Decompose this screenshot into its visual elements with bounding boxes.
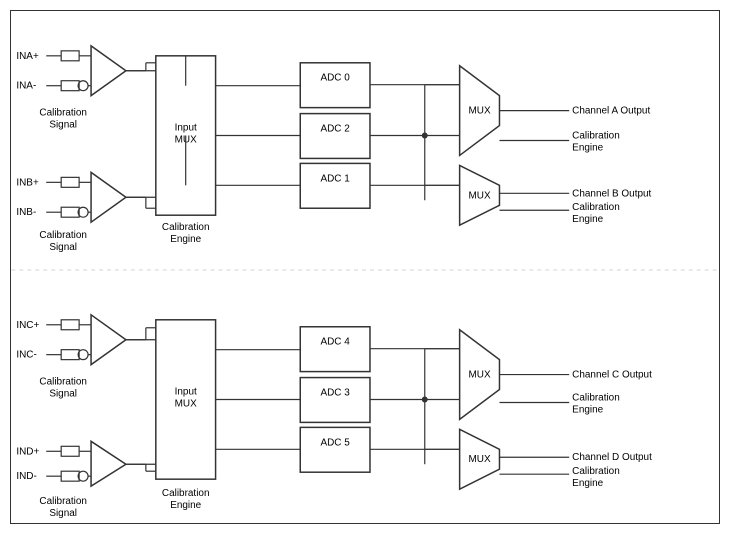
cal-engine-b-label2: Engine [572,214,603,225]
diagram-container: INA+ INA- Calibration Signal INB+ INB- [10,10,720,524]
cal-engine-bot-mux-label: Calibration [162,488,210,499]
cal-signal-d-label: Calibration [39,496,87,507]
inc-minus-label: INC- [16,350,36,361]
cal-signal-a-label2: Signal [49,120,77,131]
input-mux-bot-label: Input [175,387,197,398]
input-mux-bot-label2: MUX [175,398,197,409]
cal-signal-c-label: Calibration [39,377,87,388]
channel-b-output-label: Channel B Output [572,188,651,199]
cal-signal-d-label2: Signal [49,508,77,519]
cal-signal-a-label: Calibration [39,108,87,119]
ind-plus-label: IND+ [16,446,39,457]
mux-b-label: MUX [468,190,490,201]
mux-c-label: MUX [468,370,490,381]
cal-engine-top-mux-label: Calibration [162,222,210,233]
cal-engine-top-mux-label2: Engine [170,234,201,245]
cal-engine-d-label2: Engine [572,478,603,489]
mux-a-label: MUX [468,106,490,117]
adc0-label: ADC 0 [320,73,350,84]
cal-engine-c-label: Calibration [572,392,620,403]
input-mux-top-label: Input [175,123,197,134]
adc4-label: ADC 4 [320,337,350,348]
adc5-label: ADC 5 [320,437,350,448]
cal-engine-a-label: Calibration [572,131,620,142]
cal-signal-b-label2: Signal [49,242,77,253]
adc1-label: ADC 1 [320,173,350,184]
cal-engine-a-label2: Engine [572,142,603,153]
adc2-label: ADC 2 [320,124,350,135]
cal-engine-b-label: Calibration [572,202,620,213]
adc3-label: ADC 3 [320,387,350,398]
ina-plus-label: INA+ [16,51,39,62]
inb-plus-label: INB+ [16,177,39,188]
cal-engine-c-label2: Engine [572,404,603,415]
ind-minus-label: IND- [16,471,36,482]
mux-d-label: MUX [468,454,490,465]
cal-signal-b-label: Calibration [39,230,87,241]
cal-engine-d-label: Calibration [572,466,620,477]
inb-minus-label: INB- [16,207,36,218]
cal-signal-c-label2: Signal [49,388,77,399]
channel-a-output-label: Channel A Output [572,106,650,117]
cal-engine-bot-mux-label2: Engine [170,500,201,511]
channel-c-output-label: Channel C Output [572,370,652,381]
channel-d-output-label: Channel D Output [572,452,652,463]
ina-minus-label: INA- [16,81,36,92]
inc-plus-label: INC+ [16,320,39,331]
